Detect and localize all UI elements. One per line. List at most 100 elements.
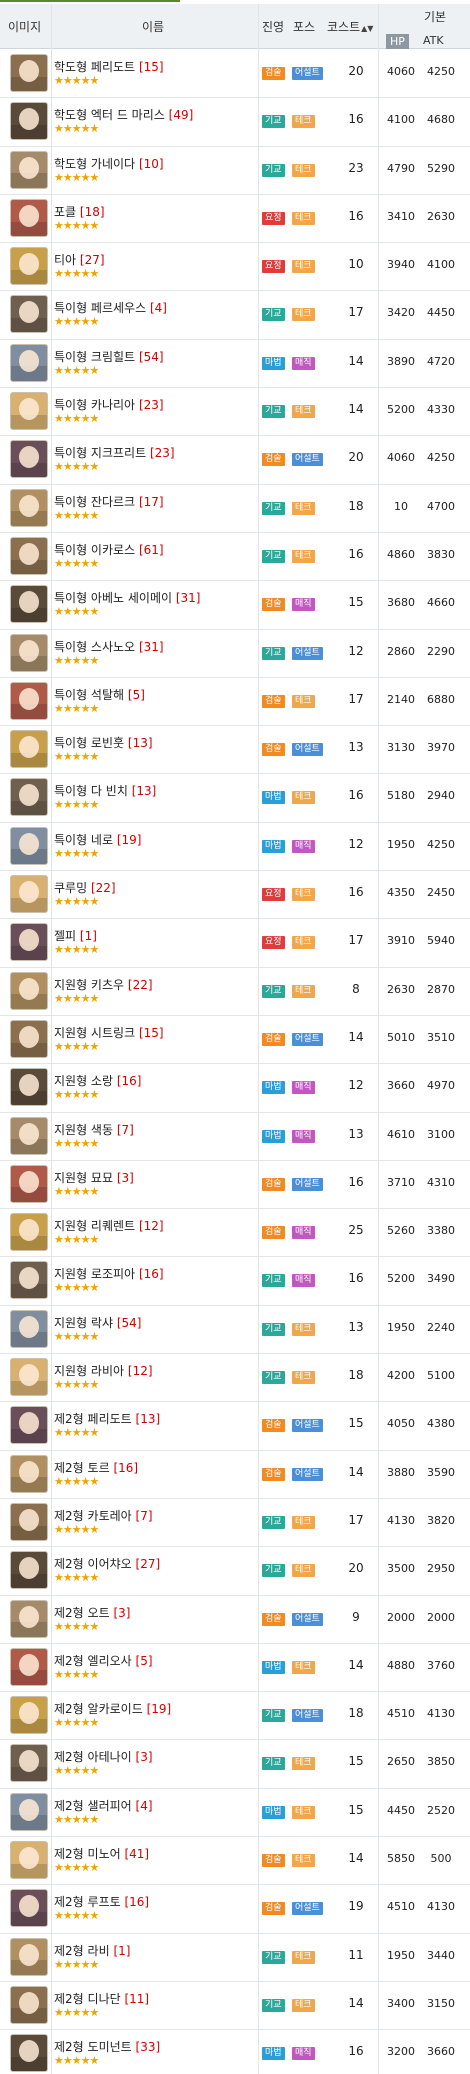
table-row[interactable]: 학도형 엑터 드 마리스 [49] ★★★★★ 기교 테크 16 4100 4680 [0,98,470,147]
unit-portrait[interactable] [10,392,48,431]
unit-name-link[interactable]: 젤피 [1] [54,927,97,944]
unit-portrait[interactable] [10,1358,48,1397]
unit-name-link[interactable]: 특이형 크림힐트 [54] [54,348,164,365]
unit-name[interactable]: 제2형 루프토 [54,1895,121,1909]
unit-name-link[interactable]: 지원형 로조피아 [16] [54,1265,164,1282]
table-row[interactable]: 젤피 [1] ★★★★★ 요정 테크 17 3910 5940 [0,919,470,968]
table-row[interactable]: 특이형 페르세우스 [4] ★★★★★ 기교 테크 17 3420 4450 [0,291,470,340]
table-row[interactable]: 제2형 오트 [3] ★★★★★ 검술 어설트 9 2000 2000 [0,1596,470,1644]
table-row[interactable]: 특이형 네로 [19] ★★★★★ 마법 매직 12 1950 4250 [0,823,470,872]
unit-portrait[interactable] [10,1840,48,1879]
unit-portrait[interactable] [10,1261,48,1300]
unit-portrait[interactable] [10,1985,48,2024]
header-atk[interactable]: ATK [423,34,444,47]
unit-portrait[interactable] [10,778,48,817]
unit-name[interactable]: 학도형 가네이다 [54,157,135,171]
unit-portrait[interactable] [10,1454,48,1493]
unit-portrait[interactable] [10,971,48,1010]
unit-portrait[interactable] [10,1213,48,1252]
unit-portrait[interactable] [10,875,48,914]
table-row[interactable]: 학도형 페리도트 [15] ★★★★★ 검술 어설트 20 4060 4250 [0,50,470,99]
unit-name-link[interactable]: 제2형 토르 [16] [54,1459,138,1476]
table-row[interactable]: 특이형 아베노 세이메이 [31] ★★★★★ 검술 매직 15 3680 4660 [0,581,470,630]
unit-portrait[interactable] [10,633,48,672]
unit-name-link[interactable]: 특이형 아베노 세이메이 [31] [54,589,201,606]
table-row[interactable]: 제2형 알카로이드 [19] ★★★★★ 기교 어설트 18 4510 4130 [0,1692,470,1741]
unit-name[interactable]: 지원형 리퀘렌트 [54,1219,135,1233]
unit-name-link[interactable]: 특이형 네로 [19] [54,831,141,848]
unit-name-link[interactable]: 지원형 시트링크 [15] [54,1024,164,1041]
table-row[interactable]: 제2형 페리도트 [13] ★★★★★ 검술 어설트 15 4050 4380 [0,1402,470,1451]
unit-name[interactable]: 제2형 샐러피어 [54,1799,132,1813]
table-row[interactable]: 특이형 다 빈치 [13] ★★★★★ 마법 테크 16 5180 2940 [0,774,470,823]
unit-name[interactable]: 지원형 소랑 [54,1074,113,1088]
unit-name[interactable]: 포클 [54,205,76,219]
table-row[interactable]: 지원형 락샤 [54] ★★★★★ 기교 테크 13 1950 2240 [0,1306,470,1355]
unit-portrait[interactable] [10,1116,48,1155]
unit-name-link[interactable]: 제2형 이어챠오 [27] [54,1555,160,1572]
unit-name[interactable]: 제2형 페리도트 [54,1412,132,1426]
unit-name[interactable]: 특이형 크림힐트 [54,350,135,364]
unit-name[interactable]: 제2형 이어챠오 [54,1557,132,1571]
unit-name[interactable]: 특이형 네로 [54,833,113,847]
table-row[interactable]: 특이형 석탈해 [5] ★★★★★ 검술 테크 17 2140 6880 [0,678,470,727]
unit-name-link[interactable]: 지원형 색동 [7] [54,1121,134,1138]
unit-name-link[interactable]: 티아 [27] [54,251,105,268]
unit-portrait[interactable] [10,1502,48,1541]
unit-portrait[interactable] [10,247,48,286]
unit-name-link[interactable]: 특이형 카나리아 [23] [54,396,164,413]
unit-name-link[interactable]: 제2형 카토레아 [7] [54,1507,153,1524]
header-position[interactable]: 포스 [293,18,315,35]
table-row[interactable]: 제2형 카토레아 [7] ★★★★★ 기교 테크 17 4130 3820 [0,1499,470,1548]
table-row[interactable]: 쿠루밍 [22] ★★★★★ 요정 테크 16 4350 2450 [0,871,470,920]
unit-portrait[interactable] [10,1696,48,1735]
unit-name[interactable]: 특이형 다 빈치 [54,784,128,798]
table-row[interactable]: 특이형 지크프리트 [23] ★★★★★ 검술 어설트 20 4060 4250 [0,436,470,485]
unit-name-link[interactable]: 학도형 페리도트 [15] [54,58,164,75]
unit-name-link[interactable]: 특이형 석탈해 [5] [54,686,145,703]
unit-name[interactable]: 지원형 키츠우 [54,978,124,992]
unit-portrait[interactable] [10,198,48,237]
unit-portrait[interactable] [10,730,48,769]
unit-portrait[interactable] [10,295,48,334]
unit-portrait[interactable] [10,440,48,479]
unit-portrait[interactable] [10,1599,48,1638]
table-row[interactable]: 제2형 이어챠오 [27] ★★★★★ 기교 테크 20 3500 2950 [0,1547,470,1596]
unit-name[interactable]: 특이형 로빈훗 [54,736,124,750]
table-row[interactable]: 제2형 라비 [1] ★★★★★ 기교 테크 11 1950 3440 [0,1934,470,1982]
table-row[interactable]: 지원형 색동 [7] ★★★★★ 마법 매직 13 4610 3100 [0,1113,470,1161]
header-cost[interactable]: 코스트▲▼ [327,18,373,35]
unit-name-link[interactable]: 지원형 라비아 [12] [54,1362,153,1379]
header-hp[interactable]: HP [386,34,409,49]
unit-portrait[interactable] [10,1068,48,1107]
unit-name[interactable]: 지원형 락샤 [54,1316,113,1330]
unit-name-link[interactable]: 제2형 오트 [3] [54,1604,130,1621]
unit-name[interactable]: 특이형 지크프리트 [54,446,146,460]
unit-name[interactable]: 젤피 [54,929,76,943]
unit-name-link[interactable]: 학도형 엑터 드 마리스 [49] [54,106,193,123]
unit-name[interactable]: 학도형 페리도트 [54,60,135,74]
unit-name[interactable]: 지원형 로조피아 [54,1267,135,1281]
table-row[interactable]: 특이형 이카로스 [61] ★★★★★ 기교 테크 16 4860 3830 [0,533,470,582]
unit-portrait[interactable] [10,585,48,624]
unit-name-link[interactable]: 제2형 페리도트 [13] [54,1410,160,1427]
unit-name[interactable]: 지원형 묘묘 [54,1171,113,1185]
table-row[interactable]: 제2형 샐러피어 [4] ★★★★★ 마법 테크 15 4450 2520 [0,1789,470,1837]
table-row[interactable]: 제2형 루프토 [16] ★★★★★ 검술 어설트 19 4510 4130 [0,1885,470,1934]
unit-name-link[interactable]: 제2형 도미넌트 [33] [54,2038,160,2055]
unit-name[interactable]: 제2형 도미넌트 [54,2040,132,2054]
unit-name[interactable]: 특이형 페르세우스 [54,301,146,315]
unit-name[interactable]: 제2형 아테나이 [54,1750,132,1764]
unit-portrait[interactable] [10,1744,48,1783]
table-row[interactable]: 제2형 아테나이 [3] ★★★★★ 기교 테크 15 2650 3850 [0,1740,470,1789]
unit-portrait[interactable] [10,826,48,865]
table-row[interactable]: 지원형 로조피아 [16] ★★★★★ 기교 매직 16 5200 3490 [0,1257,470,1306]
sort-icon[interactable]: ▲▼ [361,24,373,33]
unit-name[interactable]: 제2형 토르 [54,1461,110,1475]
unit-name[interactable]: 제2형 디나단 [54,1992,121,2006]
table-row[interactable]: 지원형 라비아 [12] ★★★★★ 기교 테크 18 4200 5100 [0,1354,470,1403]
unit-name[interactable]: 지원형 시트링크 [54,1026,135,1040]
unit-portrait[interactable] [10,1937,48,1976]
table-row[interactable]: 지원형 시트링크 [15] ★★★★★ 검술 어설트 14 5010 3510 [0,1016,470,1065]
unit-portrait[interactable] [10,923,48,962]
